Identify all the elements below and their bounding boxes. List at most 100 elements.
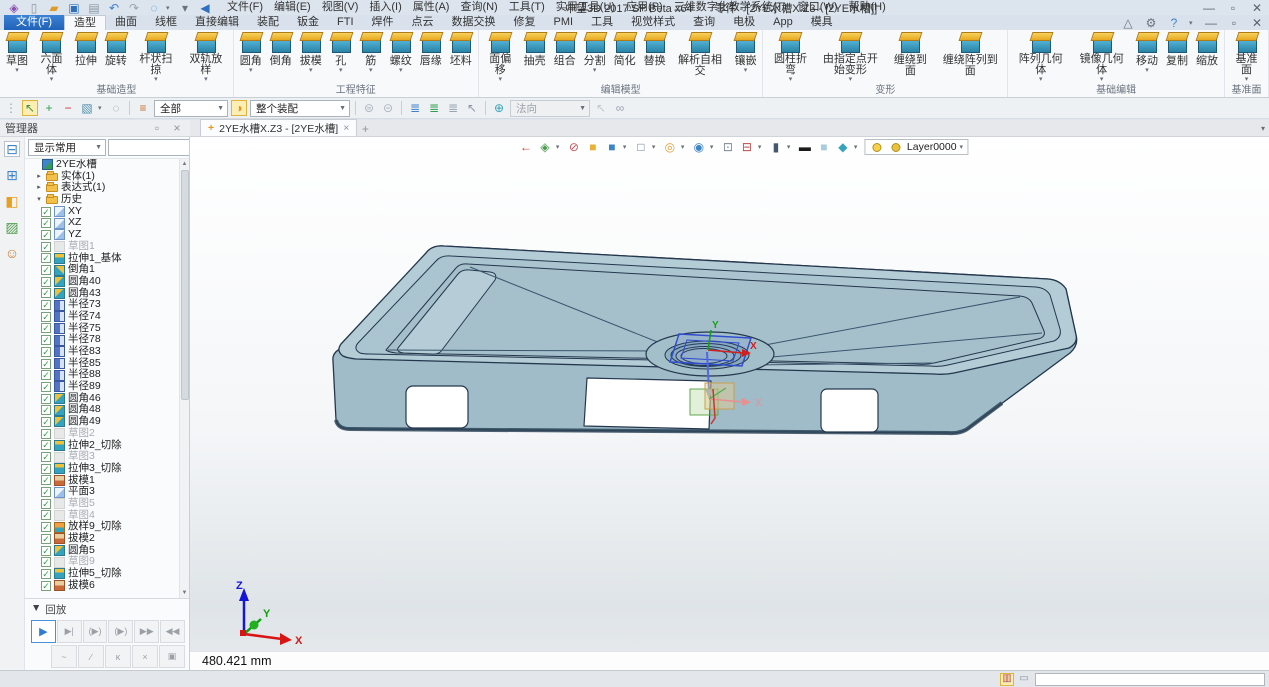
ribbon-tab[interactable]: 钣金 (288, 15, 328, 30)
ribbon-button[interactable]: 旋转 (101, 31, 131, 84)
dropdown-caret-icon[interactable]: ▾ (204, 76, 208, 84)
help-icon[interactable]: ? (1166, 15, 1182, 31)
pointer-disabled-icon[interactable]: ↖ (593, 100, 609, 116)
image-tool-button[interactable]: ▣ (159, 645, 185, 668)
ribbon-tab[interactable]: 直接编辑 (186, 15, 248, 30)
tree-row[interactable]: ✓半径83 (25, 346, 179, 358)
pick-window-icon-caret[interactable]: ▾ (98, 104, 105, 112)
tree-row[interactable]: ✓YZ (25, 229, 179, 241)
ribbon-tab[interactable]: FTI (328, 15, 363, 30)
scroll-down-icon[interactable]: ▼ (180, 588, 189, 598)
minimize-icon[interactable]: — (1201, 0, 1217, 16)
dropdown-caret-icon[interactable]: ▾ (849, 76, 853, 84)
visibility-checkbox[interactable]: ✓ (41, 440, 51, 450)
dropdown-caret-icon[interactable]: ▾ (369, 67, 373, 75)
pointer-icon[interactable]: ↖ (464, 100, 480, 116)
dropdown-caret-icon[interactable]: ▾ (154, 76, 158, 84)
tree-row[interactable]: ✓草图1 (25, 241, 179, 253)
delete-attr-icon-caret[interactable]: ▾ (854, 143, 861, 151)
edge-color-swatch[interactable]: ▬ (797, 139, 813, 155)
tree-row[interactable]: ✓放样9_切除 (25, 521, 179, 533)
visibility-checkbox[interactable]: ✓ (41, 300, 51, 310)
select-arrow-icon[interactable]: ↖ (22, 100, 38, 116)
tree-row[interactable]: ✓圆角5 (25, 545, 179, 557)
chain-icon[interactable]: ∞ (612, 100, 628, 116)
tree-scrollbar[interactable]: ▲ ▼ (179, 159, 189, 598)
settings-gear-icon[interactable]: ⚙ (1143, 15, 1159, 31)
fast-forward-button[interactable]: ▶▶ (134, 620, 159, 643)
ribbon-button[interactable]: 分割▾ (580, 31, 610, 84)
tree-row[interactable]: ✓拔模6 (25, 580, 179, 592)
visibility-checkbox[interactable]: ✓ (41, 487, 51, 497)
visibility-checkbox[interactable]: ✓ (41, 312, 51, 322)
new-tab-button[interactable]: + (357, 122, 373, 136)
print-icon[interactable]: ▤ (86, 0, 102, 16)
ribbon-tab[interactable]: 点云 (403, 15, 443, 30)
visibility-checkbox[interactable]: ✓ (41, 218, 51, 228)
delete-tool-button[interactable]: × (132, 645, 158, 668)
filter-icon[interactable]: ≡ (135, 100, 151, 116)
play-button[interactable]: ▶ (31, 620, 56, 643)
ribbon-tab[interactable]: 视觉样式 (622, 15, 684, 30)
regen-icon[interactable]: ◌ (146, 0, 162, 16)
visibility-checkbox[interactable]: ✓ (41, 207, 51, 217)
tree-row[interactable]: ✓半径75 (25, 323, 179, 335)
visibility-checkbox[interactable]: ✓ (41, 359, 51, 369)
display-filter-dropdown[interactable]: 显示常用▼ (28, 139, 106, 156)
section-view-icon-caret[interactable]: ▾ (758, 143, 765, 151)
ribbon-tab[interactable]: App (764, 15, 802, 30)
list-filter-blue-icon[interactable]: ≣ (407, 100, 423, 116)
ribbon-tab[interactable]: 修复 (505, 15, 545, 30)
edit-tool-button[interactable]: ∕ (78, 645, 104, 668)
ribbon-button[interactable]: 组合 (550, 31, 580, 84)
tree-row[interactable]: ✓圆角46 (25, 393, 179, 405)
shade-all-icon[interactable]: ■ (585, 139, 601, 155)
dropdown-caret-icon[interactable]: ▾ (1039, 76, 1043, 84)
ribbon-button[interactable]: 圆柱折弯▾ (765, 31, 815, 84)
layer-selector[interactable]: Layer0000 ▾ (864, 139, 968, 155)
collapse-ribbon-icon[interactable]: △ (1120, 15, 1136, 31)
step-group-button[interactable]: (▶) (108, 620, 133, 643)
ribbon-button[interactable]: 六面体▾ (32, 31, 71, 84)
ribbon-button[interactable]: 圆角▾ (236, 31, 266, 84)
close-icon[interactable]: ✕ (1249, 0, 1265, 16)
tree-row[interactable]: ✓拔模2 (25, 533, 179, 545)
visibility-checkbox[interactable]: ✓ (41, 335, 51, 345)
play-to-end-button[interactable]: ▶| (57, 620, 82, 643)
menu-item[interactable]: 属性(A) (413, 0, 450, 15)
ribbon-button[interactable]: 面偏移▾ (481, 31, 520, 84)
dropdown-caret-icon[interactable]: ▾ (593, 67, 597, 75)
dropdown-caret-icon[interactable]: ▾ (309, 67, 313, 75)
view-previous-icon[interactable]: ◈ (537, 139, 553, 155)
visibility-checkbox[interactable]: ✓ (41, 452, 51, 462)
ribbon-tab[interactable]: 装配 (248, 15, 288, 30)
minimize-icon[interactable]: — (1203, 15, 1219, 31)
save-icon[interactable]: ▣ (66, 0, 82, 16)
dropdown-caret-icon[interactable]: ▾ (1145, 67, 1149, 75)
visibility-checkbox[interactable]: ✓ (41, 429, 51, 439)
visibility-checkbox[interactable]: ✓ (41, 253, 51, 263)
tree-row[interactable]: ✓圆角49 (25, 416, 179, 428)
tree-row[interactable]: ✓半径74 (25, 311, 179, 323)
scope-icon[interactable]: ◑ (231, 100, 247, 116)
tree-row[interactable]: ✓草图5 (25, 498, 179, 510)
visibility-checkbox[interactable]: ✓ (41, 323, 51, 333)
ribbon-button[interactable]: 缠绕阵列到面 (935, 31, 1005, 84)
ribbon-button[interactable]: 缩放 (1192, 31, 1222, 84)
ribbon-button[interactable]: 阵列几何体▾ (1010, 31, 1071, 84)
dropdown-caret-icon[interactable]: ▾ (498, 76, 502, 84)
close-panel-icon[interactable]: × (169, 120, 185, 136)
ribbon-button[interactable]: 简化 (610, 31, 640, 84)
zoom-window-icon[interactable]: ⊡ (720, 139, 736, 155)
ribbon-button[interactable]: 孔▾ (326, 31, 356, 84)
tree-row[interactable]: ✓拔模1 (25, 475, 179, 487)
tree-expander[interactable]: ▸ (35, 171, 43, 183)
delete-attr-icon[interactable]: ◆ (835, 139, 851, 155)
add-selection-icon[interactable]: + (41, 100, 57, 116)
capture-icon[interactable]: ◉ (691, 139, 707, 155)
tree-row[interactable]: ✓XY (25, 206, 179, 218)
tree-search-input[interactable] (108, 139, 189, 156)
tree-row[interactable]: ✓半径78 (25, 334, 179, 346)
tree-row[interactable]: ▾历史 (25, 194, 179, 206)
tree-row[interactable]: ✓XZ (25, 217, 179, 229)
